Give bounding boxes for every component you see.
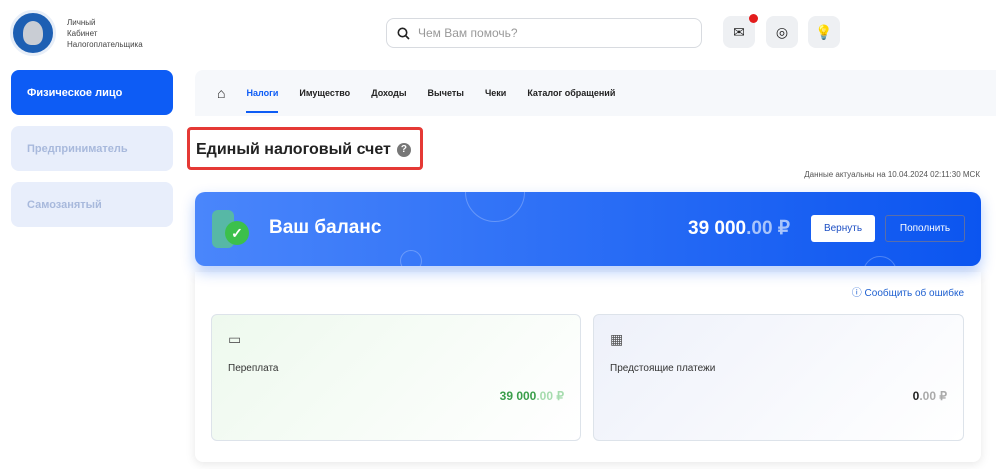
amount-dec: .00 ₽ [919, 389, 947, 403]
search-input[interactable]: Чем Вам помочь? [386, 18, 702, 48]
wallet-icon: ▭ [228, 331, 242, 347]
sidebar-item-individual[interactable]: Физическое лицо [11, 70, 173, 115]
page-title-text: Единый налоговый счет [196, 141, 391, 158]
logo-line: Налогоплательщика [67, 40, 143, 49]
home-icon[interactable]: ⌂ [217, 85, 225, 101]
panel-amount: 0.00 ₽ [913, 389, 947, 403]
report-error-link[interactable]: ⓘ Сообщить об ошибке [852, 284, 964, 299]
help-icon[interactable]: ? [396, 143, 411, 157]
topup-button[interactable]: Пополнить [885, 215, 965, 242]
overpayment-panel: ▭ Переплата 39 000.00 ₽ [211, 314, 581, 441]
mail-icon: ✉ [733, 23, 745, 40]
check-icon: ✓ [225, 221, 249, 245]
coin-decoration [400, 250, 422, 266]
eye-off-icon: ◎ [775, 23, 789, 40]
upcoming-payments-panel: ▦ Предстоящие платежи 0.00 ₽ [593, 314, 964, 441]
balance-int: 39 000 [688, 218, 747, 239]
tab-deductions[interactable]: Вычеты [428, 88, 464, 98]
visibility-toggle[interactable]: ◎ [766, 16, 798, 48]
sidebar-item-entrepreneur[interactable]: Предприниматель [11, 126, 173, 171]
panel-label: Переплата [228, 363, 279, 374]
logo-line: Личный [67, 18, 96, 27]
lightbulb-icon: 💡 [815, 23, 833, 40]
amount-int: 39 000 [499, 389, 537, 403]
balance-amount: 39 000.00 ₽ [688, 217, 790, 240]
return-button[interactable]: Вернуть [811, 215, 875, 242]
search-placeholder: Чем Вам помочь? [418, 26, 518, 40]
panel-label: Предстоящие платежи [610, 363, 716, 374]
fns-logo[interactable] [10, 10, 56, 56]
balance-dec: .00 ₽ [746, 218, 790, 239]
panel-amount: 39 000.00 ₽ [500, 389, 564, 403]
balance-title: Ваш баланс [269, 217, 382, 238]
logo-text: Личный Кабинет Налогоплательщика [67, 17, 143, 50]
info-icon: ⓘ [851, 288, 865, 299]
sidebar-item-self-employed[interactable]: Самозанятый [11, 182, 173, 227]
tab-taxes[interactable]: Налоги [246, 73, 279, 113]
calendar-icon: ▦ [610, 331, 624, 347]
coin-decoration [863, 256, 897, 266]
data-date: Данные актуальны на 10.04.2024 02:11:30 … [804, 170, 980, 179]
coin-decoration [465, 192, 525, 222]
tips-button[interactable]: 💡 [808, 16, 840, 48]
tab-property[interactable]: Имущество [299, 88, 350, 98]
balance-banner: ✓ Ваш баланс 39 000.00 ₽ Вернуть Пополни… [195, 192, 981, 266]
tab-income[interactable]: Доходы [371, 88, 406, 98]
logo-line: Кабинет [67, 29, 98, 38]
notification-dot [749, 14, 758, 23]
tab-receipts[interactable]: Чеки [485, 88, 506, 98]
messages-button[interactable]: ✉ [723, 14, 758, 48]
amount-dec: .00 ₽ [536, 389, 564, 403]
search-icon [397, 27, 410, 40]
main-nav: ⌂ Налоги Имущество Доходы Вычеты Чеки Ка… [195, 70, 996, 116]
report-label: Сообщить об ошибке [864, 288, 964, 299]
page-title: Единый налоговый счет? [187, 127, 423, 170]
tab-appeals[interactable]: Каталог обращений [527, 88, 615, 98]
